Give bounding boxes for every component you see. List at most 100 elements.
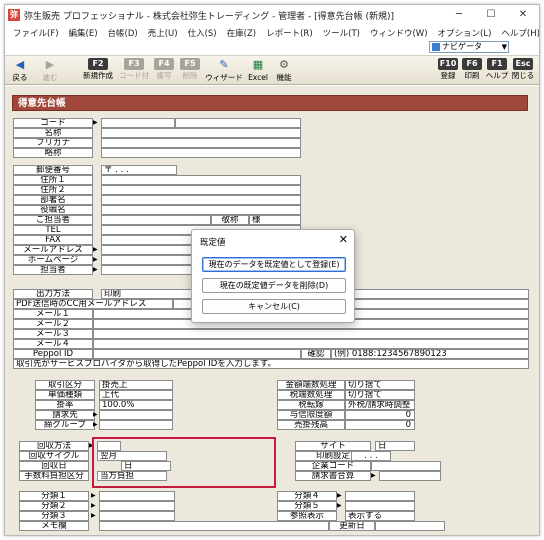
company-code-field[interactable] xyxy=(371,461,441,471)
mail3-field[interactable] xyxy=(93,329,529,339)
caret-right-icon: ▶ xyxy=(91,492,96,499)
code-extra-field[interactable] xyxy=(175,118,301,128)
fax-label: FAX xyxy=(13,235,93,245)
cat4-field[interactable] xyxy=(345,491,415,501)
menu-inventory[interactable]: 在庫(Z) xyxy=(222,27,261,39)
short-name-field[interactable] xyxy=(101,148,301,158)
function-button[interactable]: ⚙ 機能 xyxy=(271,58,297,84)
trade-type-field[interactable]: 掛売上 xyxy=(99,380,173,390)
menu-help[interactable]: ヘルプ(H) xyxy=(496,27,539,39)
f6-key-icon: F6 xyxy=(462,58,482,70)
furigana-field[interactable] xyxy=(101,138,301,148)
billing-to-label: 請求先 xyxy=(35,410,95,420)
invoice-merge-field[interactable] xyxy=(379,471,441,481)
address1-field[interactable] xyxy=(101,175,301,185)
site-field[interactable]: 日 xyxy=(375,441,415,451)
menu-window[interactable]: ウィンドウ(W) xyxy=(365,27,433,39)
navigator-icon xyxy=(432,43,440,51)
cat2-label: 分類２ xyxy=(19,501,89,511)
back-button[interactable]: ◀ 戻る xyxy=(7,58,33,84)
menu-sales[interactable]: 売上(U) xyxy=(143,27,183,39)
tax-conversion-field[interactable]: 外税/請求時調整 xyxy=(345,400,415,410)
memo-field[interactable] xyxy=(99,521,329,531)
name-field[interactable] xyxy=(101,128,301,138)
caret-right-icon: ▶ xyxy=(337,502,342,509)
maximize-button[interactable]: ☐ xyxy=(475,5,507,25)
mail4-field[interactable] xyxy=(93,339,529,349)
amount-rounding-field[interactable]: 切り捨て xyxy=(345,380,415,390)
ar-balance-field: 0 xyxy=(345,420,415,430)
pdf-cc-label: PDF送信時のCC用メールアドレス xyxy=(13,299,173,309)
cat5-field[interactable] xyxy=(345,501,415,511)
minimize-button[interactable]: ─ xyxy=(443,5,475,25)
honorific-field[interactable]: 様 xyxy=(249,215,301,225)
menu-edit[interactable]: 編集(E) xyxy=(64,27,103,39)
code-assign-button[interactable]: F3 コード付 xyxy=(119,58,149,84)
billing-to-field[interactable] xyxy=(99,410,173,420)
caret-right-icon: ▶ xyxy=(93,411,98,418)
closing-group-field[interactable] xyxy=(99,420,173,430)
output-method-field[interactable]: 印刷 xyxy=(101,289,197,299)
menu-ledger[interactable]: 台帳(D) xyxy=(103,27,143,39)
f4-key-icon: F4 xyxy=(154,58,174,70)
menu-file[interactable]: ファイル(F) xyxy=(8,27,64,39)
register-default-button[interactable]: 現在のデータを既定値として登録(E) xyxy=(202,257,346,272)
homepage-label: ホームページ xyxy=(13,255,93,265)
rate-field[interactable]: 100.0% xyxy=(99,400,173,410)
tax-rounding-field[interactable]: 切り捨て xyxy=(345,390,415,400)
dept-label: 部署名 xyxy=(13,195,93,205)
position-field[interactable] xyxy=(101,205,301,215)
cat1-field[interactable] xyxy=(99,491,175,501)
menu-report[interactable]: レポート(R) xyxy=(261,27,318,39)
forward-button[interactable]: ▶ 進む xyxy=(37,58,63,84)
close-button[interactable]: Esc 閉じる xyxy=(510,58,536,84)
peppol-note: 取引先がサービスプロバイダから取得したPeppol IDを入力します。 xyxy=(13,359,529,369)
menu-options[interactable]: オプション(L) xyxy=(433,27,497,39)
f1-key-icon: F1 xyxy=(487,58,507,70)
default-value-dialog: 既定値 ✕ 現在のデータを既定値として登録(E) 現在の既定値データを削除(D)… xyxy=(191,229,355,323)
new-button[interactable]: F2 新規作成 xyxy=(83,58,113,84)
menu-purchase[interactable]: 仕入(S) xyxy=(183,27,222,39)
cat3-field[interactable] xyxy=(99,511,175,521)
memo-label: メモ欄 xyxy=(19,521,89,531)
function-icon: ⚙ xyxy=(279,58,289,71)
print-settings-button[interactable]: . . . xyxy=(351,451,391,461)
homepage-field[interactable] xyxy=(101,255,197,265)
wizard-button[interactable]: ✎ ウィザード xyxy=(205,58,243,84)
ar-balance-label: 売掛残高 xyxy=(277,420,345,430)
unit-price-field[interactable]: 上代 xyxy=(99,390,173,400)
output-method-label: 出力方法 xyxy=(13,289,93,299)
close-window-button[interactable]: ✕ xyxy=(507,5,539,25)
contact-field[interactable] xyxy=(101,215,211,225)
forward-arrow-icon: ▶ xyxy=(45,58,55,71)
reference-display-field[interactable]: 表示する xyxy=(345,511,415,521)
cat2-field[interactable] xyxy=(99,501,175,511)
toolbar: ◀ 戻る ▶ 進む F2 新規作成 F3 コード付 F4 複写 F5 削除 ✎ … xyxy=(5,55,539,85)
credit-limit-label: 与信限度額 xyxy=(277,410,345,420)
credit-limit-field[interactable]: 0 xyxy=(345,410,415,420)
window-controls: ─ ☐ ✕ xyxy=(443,5,539,25)
email-field[interactable] xyxy=(101,245,197,255)
peppol-field[interactable] xyxy=(93,349,301,359)
collection-method-label: 回収方法 xyxy=(19,441,89,451)
form-title: 得意先台帳 xyxy=(12,95,528,111)
address2-field[interactable] xyxy=(101,185,301,195)
rate-label: 掛率 xyxy=(35,400,95,410)
peppol-example: (例) 0188:1234567890123 xyxy=(331,349,529,359)
menu-tools[interactable]: ツール(T) xyxy=(318,27,365,39)
delete-button[interactable]: F5 削除 xyxy=(177,58,203,84)
navigator-select[interactable]: ナビゲータ ▼ xyxy=(429,41,509,53)
delete-default-button[interactable]: 現在の既定値データを削除(D) xyxy=(202,278,346,293)
excel-icon: ▦ xyxy=(252,58,264,71)
app-logo-icon: 弥 xyxy=(8,9,20,21)
fax-field[interactable] xyxy=(101,235,197,245)
staff-field[interactable] xyxy=(101,265,197,275)
confirm-button[interactable]: 確認 xyxy=(301,349,331,359)
code-field[interactable] xyxy=(101,118,175,128)
dept-field[interactable] xyxy=(101,195,301,205)
postal-field[interactable]: 〒 . . . xyxy=(101,165,177,175)
reference-display-label: 参照表示 xyxy=(277,511,337,521)
site-label: サイト xyxy=(295,441,371,451)
close-icon[interactable]: ✕ xyxy=(339,233,348,246)
cancel-button[interactable]: キャンセル(C) xyxy=(202,299,346,314)
